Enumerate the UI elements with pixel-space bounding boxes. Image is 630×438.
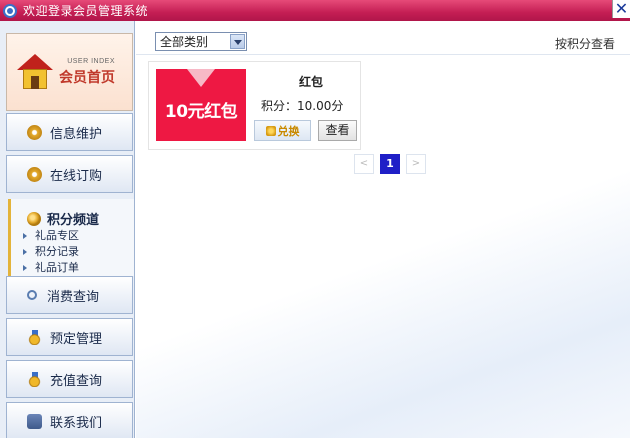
sidebar-item-info[interactable]: 信息维护: [6, 113, 133, 151]
sidebar-item-label: 在线订购: [50, 168, 103, 184]
window-title: 欢迎登录会员管理系统: [23, 4, 149, 18]
gift-card: 10元红包 红包 积分：10.00分 兑换 查看: [148, 61, 361, 150]
subitem-points-record[interactable]: 积分记录: [11, 244, 134, 260]
subitem-gift-zone[interactable]: 礼品专区: [11, 228, 134, 244]
sidebar-item-label: 积分频道: [47, 213, 100, 228]
subitem-gift-orders[interactable]: 礼品订单: [11, 260, 134, 276]
chevron-down-icon[interactable]: [230, 34, 245, 49]
medal-icon: [27, 371, 42, 387]
gift-image-text: 10元红包: [164, 102, 238, 122]
main-content: 全部类别 按积分查看 10元红包 红包 积分：10.00分 兑换 查看 < 1 …: [136, 21, 630, 438]
medal-icon: [27, 329, 42, 345]
gift-points: 积分：10.00分: [261, 99, 344, 113]
sidebar-item-contact[interactable]: 联系我们: [6, 402, 133, 438]
toolbar: 全部类别 按积分查看: [136, 21, 630, 55]
gear-icon: [27, 124, 42, 140]
sidebar-home[interactable]: USER INDEX 会员首页: [6, 33, 133, 111]
view-button[interactable]: 查看: [318, 120, 357, 141]
sidebar-item-label: 预定管理: [50, 331, 103, 347]
sidebar-points-panel: 积分频道 礼品专区 积分记录 礼品订单: [8, 199, 134, 276]
sort-by-points-link[interactable]: 按积分查看: [555, 35, 615, 52]
sidebar-item-label: 联系我们: [50, 415, 103, 431]
gift-name: 红包: [299, 75, 324, 89]
sidebar-item-consumption[interactable]: 消费查询: [6, 276, 133, 314]
search-icon: [27, 290, 37, 300]
page-1-button[interactable]: 1: [380, 154, 400, 174]
sidebar-item-label: 消费查询: [47, 289, 100, 305]
close-button[interactable]: ✕: [612, 0, 630, 18]
next-page-button[interactable]: >: [406, 154, 426, 174]
sidebar-item-order[interactable]: 在线订购: [6, 155, 133, 193]
sidebar-item-recharge[interactable]: 充值查询: [6, 360, 133, 398]
redeem-label: 兑换: [277, 124, 300, 138]
coins-icon: [27, 211, 41, 226]
home-en-label: USER INDEX: [67, 57, 115, 65]
sidebar-item-label: 充值查询: [50, 373, 103, 389]
gear-icon: [27, 166, 42, 182]
pagination: < 1 >: [354, 154, 426, 175]
title-bar: 欢迎登录会员管理系统 ✕: [0, 0, 630, 21]
phone-icon: [27, 413, 42, 429]
gift-image[interactable]: 10元红包: [156, 69, 246, 141]
sidebar-item-points[interactable]: 积分频道: [11, 199, 134, 228]
sidebar: USER INDEX 会员首页 信息维护 在线订购 积分频道 礼品专区 积分记录…: [0, 21, 135, 438]
home-label: 会员首页: [59, 69, 115, 86]
sidebar-item-reservation[interactable]: 预定管理: [6, 318, 133, 356]
redeem-button[interactable]: 兑换: [254, 120, 311, 141]
app-icon: [3, 3, 17, 18]
prev-page-button[interactable]: <: [354, 154, 374, 174]
coin-icon: [265, 125, 276, 136]
sidebar-item-label: 信息维护: [50, 126, 103, 142]
home-icon: [17, 54, 53, 90]
category-select[interactable]: 全部类别: [155, 32, 247, 51]
category-select-value: 全部类别: [160, 35, 209, 49]
envelope-flap-icon: [187, 69, 215, 87]
